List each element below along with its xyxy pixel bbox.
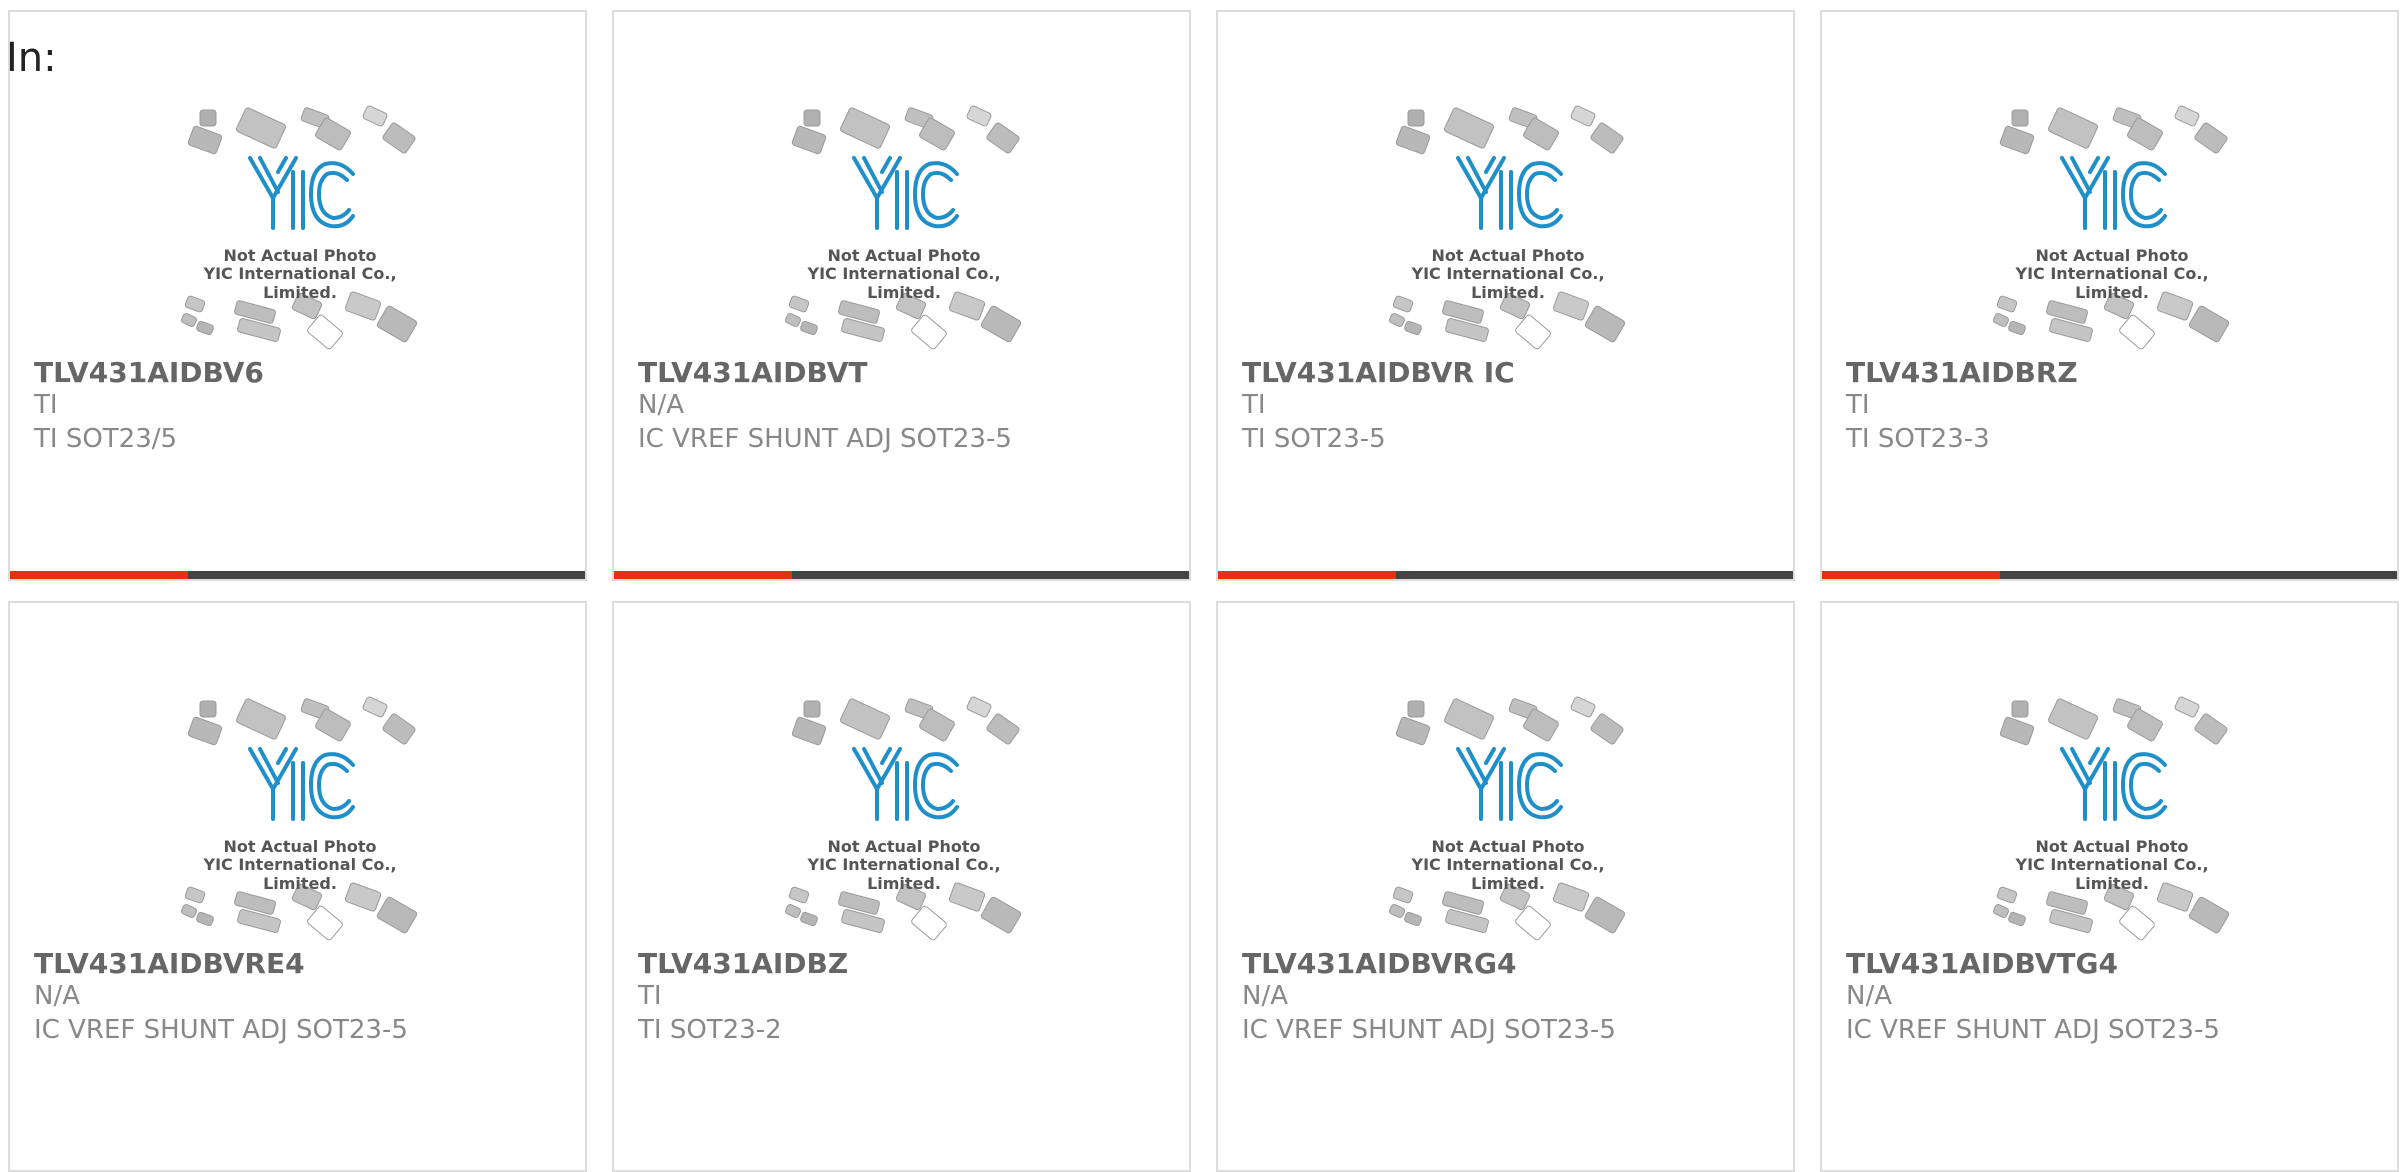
manufacturer: TI — [34, 390, 58, 420]
card-footer-bar — [10, 571, 585, 579]
photo-caption-line2: YIC International Co., Limited. — [2015, 264, 2209, 302]
yic-logo-icon — [852, 747, 959, 821]
product-description: TI SOT23-2 — [638, 1015, 782, 1045]
chip-cluster-top-icon — [791, 105, 1020, 155]
part-number[interactable]: TLV431AIDBVTG4 — [1846, 947, 2118, 980]
product-grid: Not Actual Photo YIC International Co., … — [8, 10, 2400, 1172]
product-description: TI SOT23-3 — [1846, 424, 1990, 454]
card-footer-bar — [614, 571, 1189, 579]
yic-logo-icon — [248, 747, 355, 821]
product-photo: Not Actual Photo YIC International Co., … — [1373, 691, 1643, 941]
chip-cluster-top-icon — [187, 105, 416, 155]
part-number[interactable]: TLV431AIDBV6 — [34, 356, 264, 389]
photo-caption-line2: YIC International Co., Limited. — [1411, 855, 1605, 893]
product-card[interactable]: Not Actual Photo YIC International Co., … — [1820, 10, 2399, 581]
photo-caption-line2: YIC International Co., Limited. — [1411, 264, 1605, 302]
yic-logo-icon — [2060, 747, 2167, 821]
product-card[interactable]: Not Actual Photo YIC International Co., … — [1216, 10, 1795, 581]
product-photo: Not Actual Photo YIC International Co., … — [769, 691, 1039, 941]
product-description: IC VREF SHUNT ADJ SOT23-5 — [34, 1015, 408, 1045]
card-footer-bar-fill — [10, 571, 189, 579]
manufacturer: N/A — [638, 390, 684, 420]
chip-cluster-top-icon — [1395, 105, 1624, 155]
product-card[interactable]: Not Actual Photo YIC International Co., … — [1216, 601, 1795, 1172]
photo-caption-line1: Not Actual Photo — [827, 837, 981, 856]
chip-cluster-top-icon — [791, 696, 1020, 746]
part-number[interactable]: TLV431AIDBRZ — [1846, 356, 2078, 389]
photo-caption-line2: YIC International Co., Limited. — [2015, 855, 2209, 893]
photo-caption-line1: Not Actual Photo — [2035, 246, 2189, 265]
manufacturer: N/A — [1242, 981, 1288, 1011]
chip-cluster-top-icon — [1999, 105, 2228, 155]
card-footer-bar-fill — [614, 571, 793, 579]
chip-cluster-top-icon — [1395, 696, 1624, 746]
photo-caption-line2: YIC International Co., Limited. — [203, 264, 397, 302]
product-description: IC VREF SHUNT ADJ SOT23-5 — [638, 424, 1012, 454]
photo-caption-line1: Not Actual Photo — [223, 246, 377, 265]
photo-caption-line1: Not Actual Photo — [223, 837, 377, 856]
card-footer-bar-fill — [1218, 571, 1397, 579]
manufacturer: TI — [638, 981, 662, 1011]
product-description: TI SOT23/5 — [34, 424, 178, 454]
photo-caption-line1: Not Actual Photo — [2035, 837, 2189, 856]
product-photo: Not Actual Photo YIC International Co., … — [1373, 100, 1643, 350]
chip-cluster-top-icon — [187, 696, 416, 746]
product-photo: Not Actual Photo YIC International Co., … — [769, 100, 1039, 350]
yic-logo-icon — [248, 156, 355, 230]
photo-caption-line2: YIC International Co., Limited. — [807, 264, 1001, 302]
part-number[interactable]: TLV431AIDBZ — [638, 947, 848, 980]
product-description: TI SOT23-5 — [1242, 424, 1386, 454]
yic-logo-icon — [2060, 156, 2167, 230]
photo-caption-line1: Not Actual Photo — [1431, 837, 1585, 856]
product-photo: Not Actual Photo YIC International Co., … — [165, 100, 435, 350]
photo-caption-line2: YIC International Co., Limited. — [203, 855, 397, 893]
product-card[interactable]: Not Actual Photo YIC International Co., … — [8, 601, 587, 1172]
page-label: In: — [6, 35, 57, 81]
photo-caption-line2: YIC International Co., Limited. — [807, 855, 1001, 893]
card-footer-bar-fill — [1822, 571, 2001, 579]
chip-cluster-top-icon — [1999, 696, 2228, 746]
yic-logo-icon — [852, 156, 959, 230]
product-photo: Not Actual Photo YIC International Co., … — [1977, 100, 2247, 350]
manufacturer: TI — [1846, 390, 1870, 420]
product-photo: Not Actual Photo YIC International Co., … — [1977, 691, 2247, 941]
manufacturer: TI — [1242, 390, 1266, 420]
part-number[interactable]: TLV431AIDBVR IC — [1242, 356, 1515, 389]
product-card[interactable]: Not Actual Photo YIC International Co., … — [1820, 601, 2399, 1172]
product-card[interactable]: Not Actual Photo YIC International Co., … — [8, 10, 587, 581]
part-number[interactable]: TLV431AIDBVRE4 — [34, 947, 305, 980]
card-footer-bar — [1218, 571, 1793, 579]
part-number[interactable]: TLV431AIDBVT — [638, 356, 868, 389]
card-footer-bar — [1822, 571, 2397, 579]
product-photo: Not Actual Photo YIC International Co., … — [165, 691, 435, 941]
product-card[interactable]: Not Actual Photo YIC International Co., … — [612, 10, 1191, 581]
photo-caption-line1: Not Actual Photo — [827, 246, 981, 265]
manufacturer: N/A — [34, 981, 80, 1011]
part-number[interactable]: TLV431AIDBVRG4 — [1242, 947, 1516, 980]
product-card[interactable]: Not Actual Photo YIC International Co., … — [612, 601, 1191, 1172]
product-description: IC VREF SHUNT ADJ SOT23-5 — [1242, 1015, 1616, 1045]
manufacturer: N/A — [1846, 981, 1892, 1011]
photo-caption-line1: Not Actual Photo — [1431, 246, 1585, 265]
yic-logo-icon — [1456, 156, 1563, 230]
yic-logo-icon — [1456, 747, 1563, 821]
product-description: IC VREF SHUNT ADJ SOT23-5 — [1846, 1015, 2220, 1045]
